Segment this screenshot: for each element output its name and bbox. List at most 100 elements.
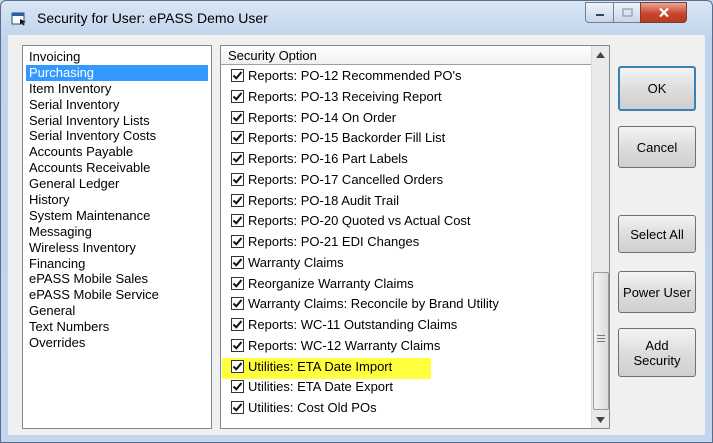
security-option-row[interactable]: Reports: WC-12 Warranty Claims	[221, 336, 591, 357]
option-checkbox[interactable]	[231, 172, 244, 186]
security-option-row[interactable]: Utilities: ETA Date Import	[221, 357, 591, 379]
check-icon	[232, 361, 243, 371]
add-security-button[interactable]: Add Security	[618, 328, 696, 377]
category-item[interactable]: Item Inventory	[26, 81, 208, 97]
option-checkbox[interactable]	[231, 89, 244, 103]
option-label: Warranty Claims: Reconcile by Brand Util…	[248, 296, 499, 312]
security-option-row[interactable]: Reports: WC-11 Outstanding Claims	[221, 315, 591, 336]
option-label: Warranty Claims	[248, 254, 344, 270]
add-security-label-line2: Security	[633, 352, 681, 368]
category-item[interactable]: System Maintenance	[26, 208, 208, 224]
option-checkbox[interactable]	[231, 318, 244, 331]
add-security-label-line1: Add	[645, 337, 669, 353]
option-checkbox[interactable]	[231, 255, 244, 269]
security-option-row[interactable]: Reports: PO-12 Recommended PO's	[221, 66, 591, 87]
option-checkbox[interactable]	[231, 276, 244, 290]
scroll-up-button[interactable]	[592, 46, 609, 63]
check-icon	[232, 382, 243, 392]
check-icon	[232, 258, 243, 267]
category-item[interactable]: Accounts Payable	[26, 144, 208, 160]
check-icon	[232, 154, 243, 163]
security-option-row[interactable]: Reorganize Warranty Claims	[221, 274, 591, 295]
security-option-row[interactable]: Utilities: Cost Old POs	[221, 398, 591, 419]
category-item[interactable]: Overrides	[26, 335, 208, 351]
security-option-row[interactable]: Utilities: ETA Date Export	[221, 377, 591, 398]
check-icon	[232, 341, 243, 350]
option-label: Reports: PO-18 Audit Trail	[248, 192, 400, 208]
category-item[interactable]: Financing	[26, 256, 208, 272]
category-item[interactable]: Accounts Receivable	[26, 160, 208, 176]
check-icon	[232, 278, 243, 288]
cancel-button[interactable]: Cancel	[618, 126, 696, 168]
maximize-icon	[621, 8, 633, 17]
category-item[interactable]: Messaging	[26, 224, 208, 240]
window-title: Security for User: ePASS Demo User	[37, 10, 268, 26]
category-item[interactable]: ePASS Mobile Sales	[26, 271, 208, 287]
option-checkbox[interactable]	[231, 110, 244, 124]
security-option-row[interactable]: Reports: PO-14 On Order	[221, 108, 591, 129]
option-checkbox[interactable]	[231, 152, 244, 165]
security-option-rows: Reports: PO-12 Recommended PO's Reports: …	[221, 66, 591, 419]
option-checkbox[interactable]	[231, 359, 244, 373]
option-checkbox[interactable]	[231, 297, 244, 311]
minimize-button[interactable]	[585, 2, 614, 23]
check-icon	[232, 175, 243, 184]
security-option-row[interactable]: Reports: PO-16 Part Labels	[221, 149, 591, 170]
scroll-down-arrow-icon	[596, 416, 605, 423]
category-item[interactable]: Serial Inventory Lists	[26, 113, 208, 129]
option-label: Reports: PO-20 Quoted vs Actual Cost	[248, 213, 471, 229]
power-user-button[interactable]: Power User	[618, 271, 696, 313]
category-item[interactable]: General Ledger	[26, 176, 208, 192]
option-checkbox[interactable]	[231, 401, 244, 414]
option-checkbox[interactable]	[231, 131, 244, 145]
security-option-list[interactable]: Security Option Reports: PO-12 Recommend…	[220, 45, 610, 429]
maximize-button[interactable]	[613, 2, 641, 23]
option-label: Utilities: ETA Date Export	[248, 379, 393, 395]
category-item[interactable]: Invoicing	[26, 49, 208, 65]
scroll-thumb[interactable]	[593, 272, 609, 410]
category-item[interactable]: Serial Inventory Costs	[26, 128, 208, 144]
security-option-row[interactable]: Reports: PO-13 Receiving Report	[221, 87, 591, 108]
check-icon	[232, 299, 243, 309]
security-option-row[interactable]: Reports: PO-21 EDI Changes	[221, 232, 591, 253]
category-item[interactable]: Wireless Inventory	[26, 240, 208, 256]
option-checkbox[interactable]	[231, 69, 244, 82]
scroll-up-arrow-icon	[596, 51, 605, 58]
security-category-list[interactable]: Invoicing Purchasing Item Inventory Serial …	[22, 45, 212, 429]
check-icon	[232, 71, 243, 80]
close-button[interactable]	[640, 2, 687, 23]
check-icon	[232, 320, 243, 329]
title-bar[interactable]: Security for User: ePASS Demo User	[1, 1, 712, 35]
ok-button[interactable]: OK	[618, 66, 696, 111]
option-checkbox[interactable]	[231, 338, 244, 352]
option-label: Reports: WC-11 Outstanding Claims	[248, 317, 458, 332]
security-option-row[interactable]: Warranty Claims	[221, 253, 591, 274]
check-icon	[232, 195, 243, 205]
category-item[interactable]: General	[26, 303, 208, 319]
option-checkbox[interactable]	[231, 214, 244, 228]
security-option-row[interactable]: Warranty Claims: Reconcile by Brand Util…	[221, 294, 591, 315]
option-label: Utilities: Cost Old POs	[248, 400, 377, 415]
close-icon	[658, 7, 669, 18]
option-label: Reports: PO-15 Backorder Fill List	[248, 130, 446, 146]
category-item[interactable]: ePASS Mobile Service	[26, 287, 208, 303]
scroll-down-button[interactable]	[592, 411, 609, 428]
option-checkbox[interactable]	[231, 193, 244, 207]
option-checkbox[interactable]	[231, 380, 244, 394]
option-label: Reports: PO-16 Part Labels	[248, 151, 408, 166]
security-option-column-header[interactable]: Security Option	[221, 46, 591, 65]
option-checkbox[interactable]	[231, 235, 244, 248]
security-option-row[interactable]: Reports: PO-18 Audit Trail	[221, 191, 591, 212]
option-label: Reports: PO-17 Cancelled Orders	[248, 171, 444, 187]
security-option-row[interactable]: Reports: PO-17 Cancelled Orders	[221, 170, 591, 191]
vertical-scrollbar[interactable]	[591, 46, 609, 428]
option-label: Reports: WC-12 Warranty Claims	[248, 337, 441, 353]
select-all-button[interactable]: Select All	[618, 215, 696, 253]
category-item[interactable]: Purchasing	[26, 64, 208, 81]
category-item[interactable]: Serial Inventory	[26, 97, 208, 113]
check-icon	[232, 133, 243, 143]
security-option-row[interactable]: Reports: PO-20 Quoted vs Actual Cost	[221, 211, 591, 232]
category-item[interactable]: History	[26, 192, 208, 208]
category-item[interactable]: Text Numbers	[26, 319, 208, 335]
security-option-row[interactable]: Reports: PO-15 Backorder Fill List	[221, 128, 591, 149]
